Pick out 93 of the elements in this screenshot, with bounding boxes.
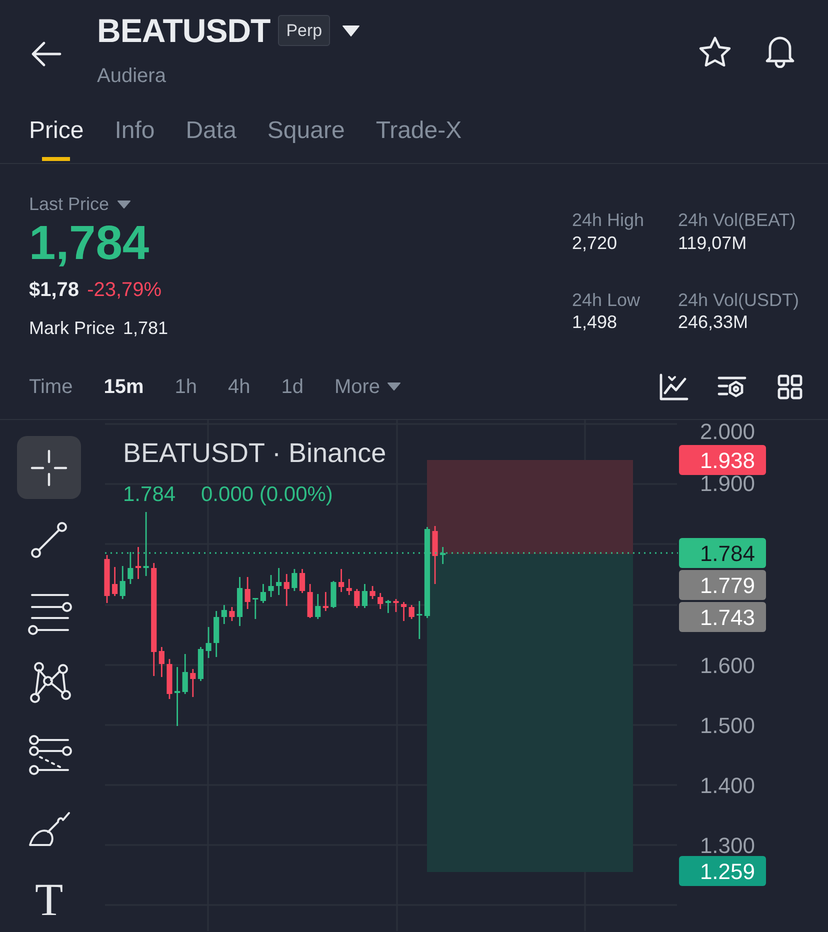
star-icon[interactable]	[698, 36, 732, 68]
usd-price: $1,78	[29, 278, 80, 303]
candle	[370, 586, 376, 599]
axis-label: 2.000	[700, 420, 755, 444]
price-tag: 1.784	[679, 538, 766, 568]
caret-icon	[387, 382, 402, 391]
candle	[330, 581, 336, 608]
candle	[190, 669, 196, 697]
candle	[174, 667, 180, 726]
price-tag: 1.779	[679, 570, 766, 600]
price-change: -23,79%	[87, 278, 162, 303]
axis-label: 1.500	[700, 713, 755, 738]
tab[interactable]: Trade-X	[376, 113, 462, 163]
candle	[292, 569, 298, 591]
candle	[221, 605, 227, 624]
quote-price: 1.784	[123, 483, 176, 506]
candle	[378, 593, 384, 609]
interval-option[interactable]: 1d	[281, 372, 304, 402]
stat-label: 24h Vol(USDT)	[678, 288, 799, 311]
price-tag: 1.259	[679, 856, 766, 886]
candle	[260, 584, 266, 603]
interval-option[interactable]: 4h	[228, 372, 250, 402]
drawing-tool-button[interactable]	[17, 436, 81, 499]
tab[interactable]: Square	[267, 113, 345, 163]
candle	[307, 584, 313, 618]
perp-badge: Perp	[278, 14, 330, 46]
interval-option[interactable]: Time	[29, 372, 73, 402]
line-chart-icon[interactable]	[659, 372, 689, 400]
pair-title: BEATUSDT	[97, 14, 270, 47]
stat-label: 24h Vol(BEAT)	[678, 209, 797, 232]
candle	[135, 547, 142, 579]
axis-label: 1.600	[700, 653, 755, 678]
stat-value: 119,07M	[678, 232, 748, 254]
candle	[346, 579, 352, 595]
candle	[166, 659, 172, 699]
tab[interactable]: Price	[29, 113, 84, 163]
tab[interactable]: Data	[186, 113, 236, 163]
candle	[299, 569, 306, 593]
stat-value: 2,720	[572, 232, 618, 254]
candle	[362, 584, 368, 608]
candle	[408, 605, 414, 619]
candle	[182, 654, 188, 694]
stat-label: 24h High	[572, 209, 646, 232]
dropdown-icon[interactable]	[342, 24, 360, 36]
stat-value: 246,33M	[678, 311, 750, 334]
candle	[206, 627, 212, 658]
pair-subtitle: Audiera	[97, 64, 167, 89]
chart-title: BEATUSDT · Binance	[123, 438, 386, 468]
candle	[158, 647, 164, 677]
candle	[112, 567, 118, 596]
candle	[393, 599, 399, 612]
candle	[268, 575, 274, 597]
candle	[284, 574, 290, 606]
interval-option[interactable]: More	[334, 372, 402, 402]
tab[interactable]: Info	[114, 113, 155, 163]
stat-label: 24h Low	[572, 288, 642, 311]
candle	[276, 568, 282, 595]
quote-change: 0.000 (0.00%)	[201, 483, 333, 506]
candle	[338, 569, 344, 592]
stat-value: 1,498	[572, 311, 618, 334]
price-tag: 1.938	[679, 445, 766, 475]
candle	[315, 594, 321, 619]
candle	[416, 601, 422, 639]
candle	[120, 566, 126, 599]
candle	[128, 552, 134, 584]
candle	[143, 512, 149, 576]
mark-price-label: Mark Price	[29, 316, 116, 340]
last-price-label[interactable]: Last Price	[29, 191, 110, 218]
axis-label: 1.300	[700, 833, 755, 858]
candle	[244, 577, 250, 609]
candle	[400, 602, 407, 621]
candle	[104, 555, 110, 603]
interval-option[interactable]: 15m	[104, 372, 144, 402]
axis-label: 1.400	[700, 773, 755, 798]
last-price: 1,784	[29, 218, 150, 271]
caret-icon[interactable]	[117, 200, 132, 209]
candle	[385, 600, 391, 613]
bell-icon[interactable]	[764, 34, 796, 68]
interval-option[interactable]: 1h	[174, 372, 197, 402]
candle	[229, 607, 235, 621]
price-tag: 1.743	[679, 602, 766, 632]
back-icon[interactable]	[30, 41, 62, 67]
candle	[322, 592, 328, 611]
grid-layout-icon[interactable]	[777, 374, 803, 400]
candle	[252, 598, 258, 619]
candle	[214, 611, 220, 657]
candle	[432, 526, 438, 584]
candle	[198, 647, 204, 681]
drawing-tool-button[interactable]: T	[17, 868, 81, 931]
candle	[440, 547, 446, 564]
candle	[354, 589, 360, 608]
candle	[236, 577, 243, 626]
mark-price: 1,781	[123, 316, 168, 340]
